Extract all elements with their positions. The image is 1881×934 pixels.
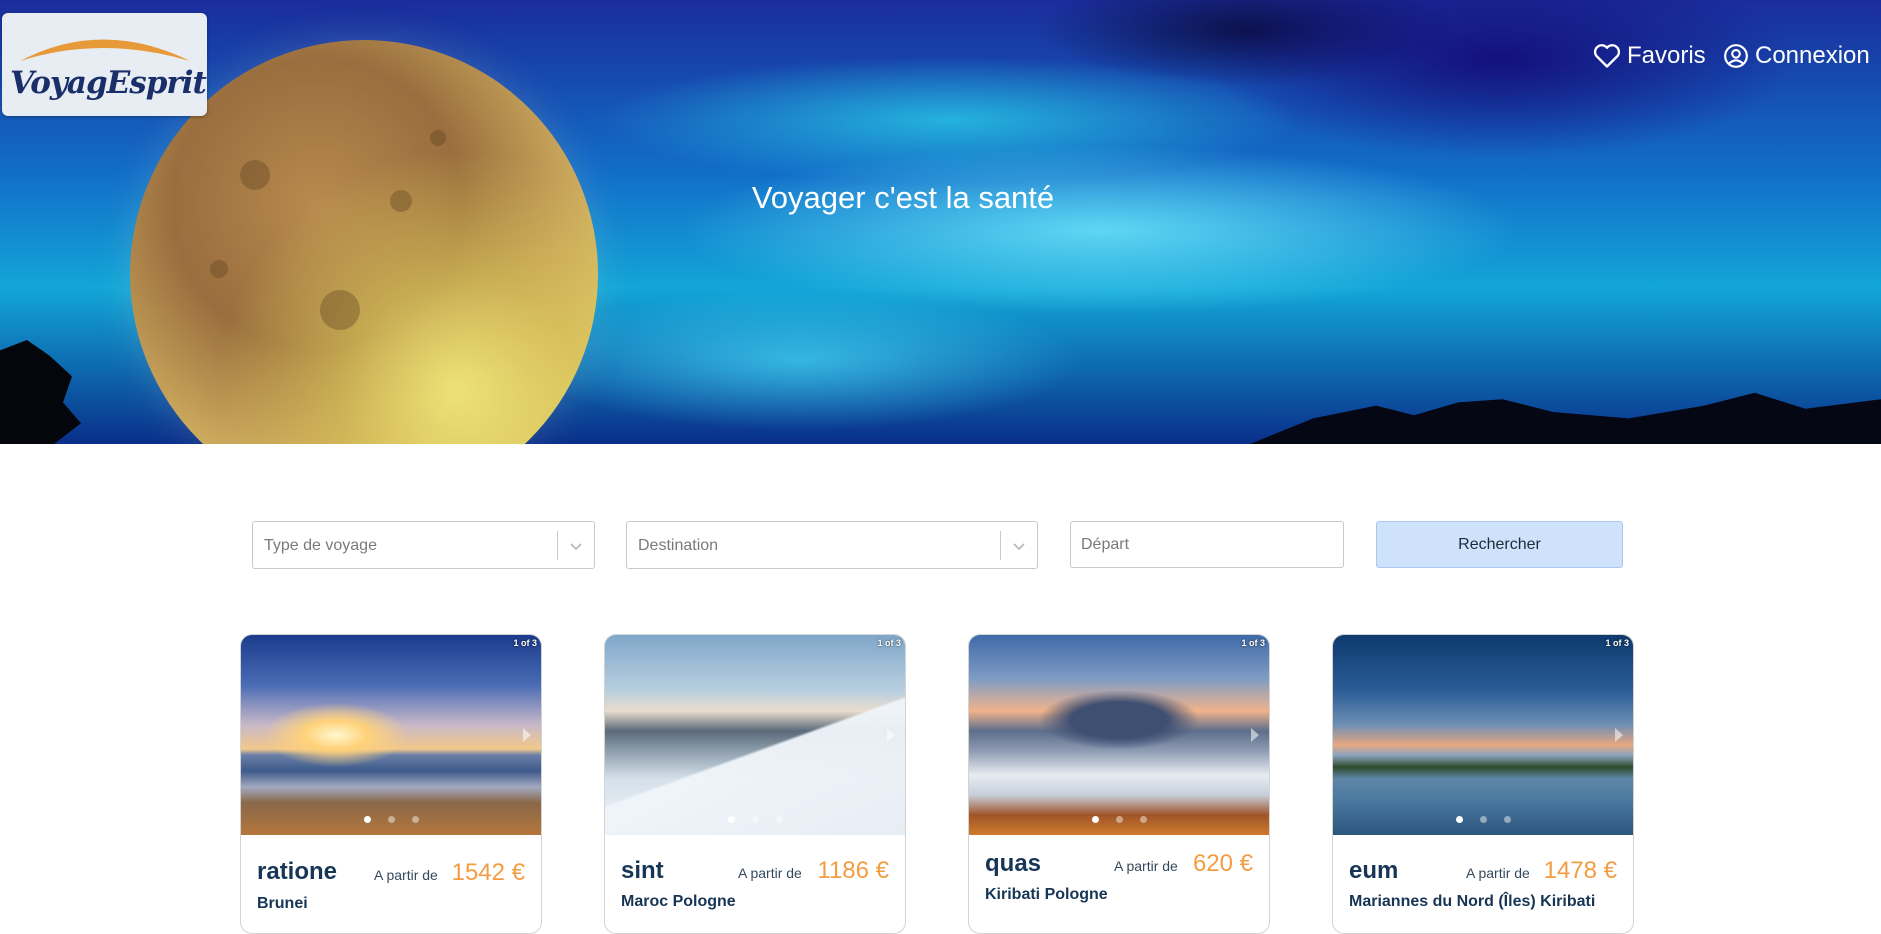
slide-counter: 1 of 3: [877, 638, 901, 648]
carousel-dot[interactable]: [387, 816, 395, 823]
logo[interactable]: VoyagEsprit: [2, 13, 207, 116]
travel-type-placeholder: Type de voyage: [264, 537, 377, 554]
price-from-label: A partir de: [738, 865, 802, 881]
hero-banner: VoyagEsprit Favoris Connexion Voyager c'…: [0, 0, 1881, 444]
chevron-down-icon[interactable]: [1012, 539, 1026, 558]
carousel-dot[interactable]: [1115, 816, 1123, 823]
chevron-right-icon[interactable]: [1613, 726, 1625, 749]
trip-card[interactable]: 1 of 3 eum A partir de 1478 € Mariannes …: [1332, 634, 1634, 934]
trip-price: 1542 €: [451, 859, 525, 886]
carousel-dots: [969, 816, 1269, 823]
slide-counter: 1 of 3: [513, 638, 537, 648]
heart-icon: [1593, 43, 1621, 69]
carousel-dot[interactable]: [727, 816, 735, 823]
trip-photo-lake[interactable]: [1333, 635, 1633, 835]
trip-photo-volcano[interactable]: [969, 635, 1269, 835]
destination-placeholder: Destination: [638, 537, 719, 554]
hero-title: Voyager c'est la santé: [751, 180, 1055, 215]
chevron-down-icon[interactable]: [569, 539, 583, 558]
trip-title: eum: [1349, 857, 1399, 884]
price-from-label: A partir de: [1114, 858, 1178, 874]
select-separator: [1000, 531, 1001, 560]
carousel-dot[interactable]: [1455, 816, 1463, 823]
mountain-silhouette: [1250, 392, 1881, 444]
trip-price: 1186 €: [817, 857, 889, 884]
destination-select[interactable]: Destination: [626, 521, 1038, 569]
trip-card[interactable]: 1 of 3 quas A partir de 620 € Kiribati P…: [968, 634, 1270, 934]
carousel-dot[interactable]: [411, 816, 419, 823]
chevron-right-icon[interactable]: [1249, 726, 1261, 749]
trip-card[interactable]: 1 of 3 sint A partir de 1186 € Maroc Pol…: [604, 634, 906, 934]
trip-photo-mountains[interactable]: [605, 635, 905, 835]
chevron-right-icon[interactable]: [885, 726, 897, 749]
departure-placeholder: Départ: [1081, 536, 1130, 553]
price-from-label: A partir de: [374, 867, 438, 883]
slide-counter: 1 of 3: [1605, 638, 1629, 648]
carousel-dot[interactable]: [1091, 816, 1099, 823]
trip-photo-beach[interactable]: [241, 635, 541, 835]
carousel-dot[interactable]: [1139, 816, 1147, 823]
chevron-right-icon[interactable]: [521, 726, 533, 749]
login-label: Connexion: [1755, 42, 1870, 69]
login-link[interactable]: Connexion: [1723, 42, 1870, 70]
trip-countries: Kiribati Pologne: [985, 886, 1108, 903]
departure-input[interactable]: Départ: [1070, 521, 1344, 568]
trip-countries: Maroc Pologne: [621, 893, 736, 910]
trip-price: 620 €: [1192, 850, 1253, 877]
carousel-dot[interactable]: [775, 816, 783, 823]
trip-title: sint: [621, 857, 664, 884]
carousel-dots: [1333, 816, 1633, 823]
carousel-dots: [605, 816, 905, 823]
slide-counter: 1 of 3: [1241, 638, 1265, 648]
trip-price: 1478 €: [1543, 857, 1617, 884]
search-button[interactable]: Rechercher: [1376, 521, 1623, 568]
carousel-dot[interactable]: [751, 816, 759, 823]
carousel-dot[interactable]: [363, 816, 371, 823]
favorites-link[interactable]: Favoris: [1593, 42, 1706, 70]
trip-card[interactable]: 1 of 3 ratione A partir de 1542 € Brunei: [240, 634, 542, 934]
carousel-dots: [241, 816, 541, 823]
travel-type-select[interactable]: Type de voyage: [252, 521, 595, 569]
user-circle-icon: [1723, 43, 1749, 69]
trip-title: quas: [985, 850, 1042, 877]
tree-silhouette: [0, 340, 81, 444]
trip-countries: Mariannes du Nord (Îles) Kiribati: [1349, 893, 1596, 910]
price-from-label: A partir de: [1466, 865, 1530, 881]
favorites-label: Favoris: [1627, 42, 1706, 69]
select-separator: [557, 531, 558, 560]
trip-title: ratione: [257, 858, 338, 885]
logo-text: VoyagEsprit: [10, 65, 207, 101]
trip-countries: Brunei: [257, 895, 308, 912]
carousel-dot[interactable]: [1503, 816, 1511, 823]
carousel-dot[interactable]: [1479, 816, 1487, 823]
